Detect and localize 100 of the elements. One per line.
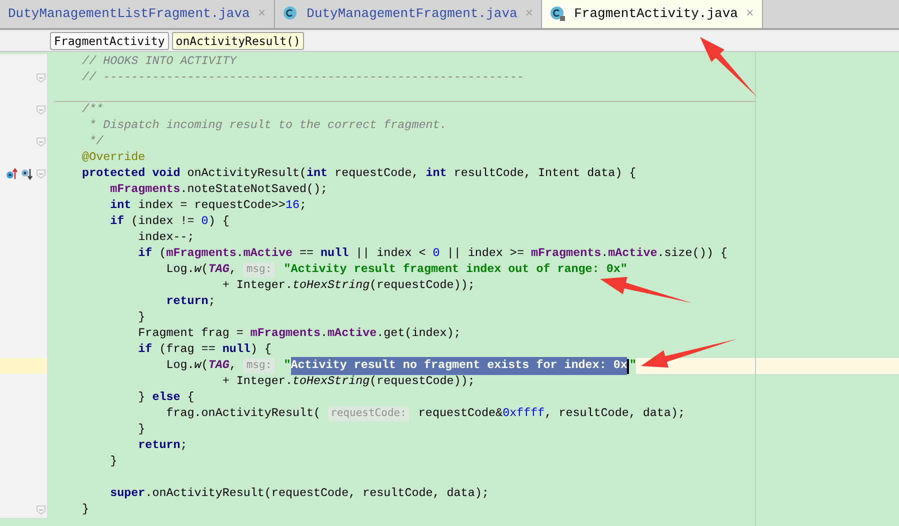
fold-marker-icon[interactable] bbox=[36, 169, 46, 179]
code-token: ( bbox=[159, 245, 166, 262]
code-token: || index >= bbox=[446, 245, 525, 262]
code-token: { bbox=[187, 389, 194, 406]
code-token: .size()) { bbox=[657, 245, 728, 262]
parameter-hint: msg: bbox=[243, 262, 275, 278]
code-token: mFragments bbox=[530, 245, 602, 262]
code-token: int bbox=[306, 165, 329, 182]
code-token: mFragments bbox=[109, 181, 180, 198]
fold-marker-icon[interactable] bbox=[36, 137, 46, 147]
code-token: Fragment frag = bbox=[137, 325, 244, 342]
code-token: return bbox=[137, 437, 180, 454]
code-token: protected void bbox=[81, 165, 182, 182]
code-token: w bbox=[194, 357, 202, 374]
code-token: */ bbox=[88, 133, 104, 150]
code-token: * Dispatch incoming result to the correct fragment. bbox=[88, 117, 447, 134]
code-token: TAG bbox=[208, 357, 230, 374]
code-token: } bbox=[137, 421, 146, 438]
code-token: + Integer. bbox=[221, 373, 292, 390]
tab-label: FragmentActivity.java bbox=[574, 5, 738, 24]
up-arrow-icon[interactable] bbox=[6, 168, 18, 180]
code-token: (requestCode)); bbox=[370, 373, 475, 390]
code-token: } bbox=[81, 501, 90, 518]
code-token: "Activity result fragment index out of range: 0x" bbox=[282, 261, 628, 278]
code-token: toHexString bbox=[292, 277, 370, 294]
code-token: /** bbox=[81, 101, 104, 118]
code-token: " bbox=[282, 357, 291, 374]
down-arrow-icon[interactable] bbox=[21, 168, 33, 180]
code-token: toHexString bbox=[292, 373, 370, 390]
class-icon bbox=[282, 6, 299, 22]
code-token: .onActivityResult(requestCode, resultCode, data); bbox=[145, 485, 489, 502]
code-token: ; bbox=[300, 197, 307, 214]
code-token: ; bbox=[208, 293, 216, 310]
code-token: onActivityResult( bbox=[187, 165, 306, 182]
close-icon[interactable]: × bbox=[746, 4, 754, 24]
code-token: if bbox=[137, 341, 154, 358]
code-token: (index != bbox=[131, 213, 196, 230]
code-token: frag.onActivityResult( bbox=[165, 405, 322, 422]
code-token: resultCode, Intent data) { bbox=[454, 165, 636, 182]
code-token: } bbox=[109, 453, 118, 470]
tab-label: DutyManagementFragment.java bbox=[306, 5, 518, 24]
code-token: .get(index); bbox=[376, 325, 461, 342]
code-token: return bbox=[165, 293, 208, 310]
code-token: + Integer. bbox=[221, 277, 292, 294]
fold-marker-icon[interactable] bbox=[36, 505, 46, 515]
code-token: else bbox=[152, 389, 182, 406]
editor-tab[interactable]: DutyManagementFragment.java × bbox=[274, 0, 542, 28]
code-token: mActive bbox=[608, 245, 658, 262]
code-token: || index < bbox=[356, 245, 427, 262]
code-token: w bbox=[194, 261, 202, 278]
code-token: Log. bbox=[165, 357, 194, 374]
code-token: TAG bbox=[208, 261, 230, 278]
code-token: super bbox=[109, 485, 146, 502]
code-token: ( bbox=[201, 261, 208, 278]
code-token: , bbox=[229, 261, 238, 278]
code-token: ; bbox=[180, 437, 188, 454]
code-token: ) { bbox=[208, 213, 230, 230]
text-caret bbox=[627, 358, 630, 374]
fold-marker-icon[interactable] bbox=[36, 73, 46, 83]
breadcrumb[interactable]: onActivityResult() bbox=[172, 32, 304, 50]
code-token: Log. bbox=[165, 261, 194, 278]
breadcrumb[interactable]: FragmentActivity bbox=[50, 32, 169, 50]
code-token: if bbox=[109, 213, 126, 230]
code-token: 0 bbox=[432, 245, 441, 262]
code-token: mActive bbox=[328, 325, 377, 342]
code-token: index--; bbox=[137, 229, 194, 246]
code-token: if bbox=[137, 245, 154, 262]
code-token: . bbox=[601, 245, 608, 262]
code-token: } bbox=[137, 389, 146, 406]
code-token: , resultCode, data); bbox=[544, 405, 685, 422]
code-token: == bbox=[300, 245, 315, 262]
parameter-hint: msg: bbox=[243, 358, 275, 374]
code-token: int bbox=[109, 197, 132, 214]
code-token: mFragments bbox=[250, 325, 321, 342]
code-token: " bbox=[629, 357, 636, 374]
code-token: int bbox=[426, 165, 448, 182]
code-token: mActive bbox=[243, 245, 294, 262]
code-token: 0xffff bbox=[502, 405, 545, 422]
code-token: // ------------------------------------------------------------ bbox=[81, 69, 524, 86]
code-token: index = requestCode>> bbox=[138, 197, 286, 214]
code-token: 0 bbox=[201, 213, 208, 230]
parameter-hint: requestCode: bbox=[328, 406, 410, 422]
editor-tab[interactable]: FragmentActivity.java × bbox=[542, 0, 763, 28]
code-token: } bbox=[137, 309, 146, 326]
code-token: , bbox=[229, 357, 238, 374]
code-token: (requestCode)); bbox=[370, 277, 475, 294]
code-token: ( bbox=[201, 357, 208, 374]
code-token: // HOOKS INTO ACTIVITY bbox=[81, 53, 236, 70]
code-token: . bbox=[236, 245, 244, 262]
code-token: requestCode& bbox=[417, 405, 503, 422]
code-token: null bbox=[320, 245, 350, 262]
code-token: null bbox=[222, 341, 250, 358]
fold-marker-icon[interactable] bbox=[36, 105, 46, 115]
code-token: (frag == bbox=[159, 341, 216, 358]
code-token: .noteStateNotSaved(); bbox=[180, 181, 328, 198]
code-token: mFragments bbox=[166, 245, 236, 262]
annotation-arrow bbox=[700, 37, 757, 97]
code-token: @Override bbox=[81, 149, 146, 166]
code-token: ) { bbox=[250, 341, 272, 358]
code-token: . bbox=[320, 325, 328, 342]
